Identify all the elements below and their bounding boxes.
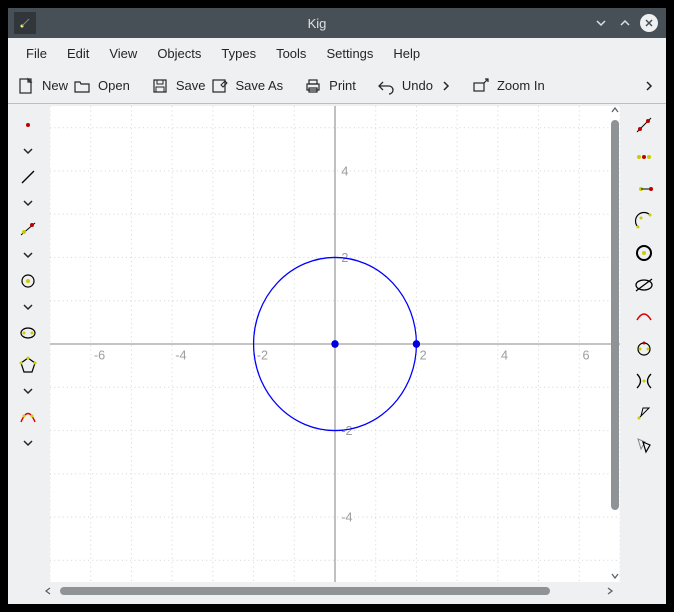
canvas-area: -6-4-2246-4-224 <box>48 104 622 604</box>
scroll-up-icon[interactable] <box>609 104 621 116</box>
new-button[interactable]: New <box>16 76 68 96</box>
svg-text:2: 2 <box>420 347 427 362</box>
tool-curve-more[interactable] <box>13 434 43 452</box>
minimize-button[interactable] <box>592 14 610 32</box>
vertical-scrollbar[interactable] <box>610 106 620 580</box>
tool-perpendicular[interactable] <box>629 174 659 204</box>
tool-hyperbola[interactable] <box>629 366 659 396</box>
tool-transform[interactable] <box>629 430 659 460</box>
svg-text:-4: -4 <box>175 347 186 362</box>
svg-text:4: 4 <box>501 347 508 362</box>
app-window: Kig File Edit View Objects Types Tools S… <box>8 8 666 604</box>
svg-text:4: 4 <box>341 163 348 178</box>
right-toolbar <box>622 104 666 604</box>
open-button[interactable]: Open <box>72 76 130 96</box>
tool-ray[interactable] <box>629 110 659 140</box>
tool-circle-more[interactable] <box>13 298 43 316</box>
tool-ellipse[interactable] <box>13 318 43 348</box>
hscroll-thumb[interactable] <box>60 587 550 595</box>
body-area: -6-4-2246-4-224 <box>8 104 666 604</box>
save-button[interactable]: Save <box>150 76 206 96</box>
svg-text:-6: -6 <box>94 347 105 362</box>
menu-types[interactable]: Types <box>213 42 264 65</box>
undo-label: Undo <box>402 78 433 93</box>
zoom-in-icon <box>471 76 491 96</box>
tool-midpoint[interactable] <box>629 142 659 172</box>
zoom-in-button[interactable]: Zoom In <box>471 76 545 96</box>
svg-text:6: 6 <box>582 347 589 362</box>
scroll-right-icon[interactable] <box>604 585 616 597</box>
tool-ellipse-arc[interactable] <box>629 238 659 268</box>
undo-button[interactable]: Undo <box>376 76 433 96</box>
tool-point[interactable] <box>13 110 43 140</box>
drawing-canvas[interactable]: -6-4-2246-4-224 <box>50 106 620 582</box>
vscroll-thumb[interactable] <box>611 120 619 510</box>
window-controls <box>592 14 658 32</box>
save-as-button[interactable]: Save As <box>209 76 283 96</box>
new-file-icon <box>16 76 36 96</box>
open-label: Open <box>98 78 130 93</box>
tool-polygon-more[interactable] <box>13 382 43 400</box>
menu-file[interactable]: File <box>18 42 55 65</box>
scroll-down-icon[interactable] <box>609 570 621 582</box>
tool-segment-more[interactable] <box>13 194 43 212</box>
menu-help[interactable]: Help <box>385 42 428 65</box>
close-button[interactable] <box>640 14 658 32</box>
tool-circle-center[interactable] <box>13 266 43 296</box>
tool-tangent[interactable] <box>629 302 659 332</box>
tool-conic[interactable] <box>629 270 659 300</box>
svg-text:-4: -4 <box>341 509 352 524</box>
print-button[interactable]: Print <box>303 76 356 96</box>
new-label: New <box>42 78 68 93</box>
save-as-icon <box>209 76 229 96</box>
tool-curve[interactable] <box>13 402 43 432</box>
tool-point-more[interactable] <box>13 142 43 160</box>
menubar: File Edit View Objects Types Tools Setti… <box>8 38 666 68</box>
left-toolbar <box>8 104 48 604</box>
print-icon <box>303 76 323 96</box>
main-toolbar: New Open Save Save As Print Undo Zoom <box>8 68 666 104</box>
menu-objects[interactable]: Objects <box>149 42 209 65</box>
undo-icon <box>376 76 396 96</box>
menu-settings[interactable]: Settings <box>318 42 381 65</box>
app-icon <box>14 12 36 34</box>
print-label: Print <box>329 78 356 93</box>
menu-view[interactable]: View <box>101 42 145 65</box>
tool-line-points[interactable] <box>13 214 43 244</box>
tool-vector[interactable] <box>629 398 659 428</box>
window-title: Kig <box>42 16 592 31</box>
maximize-button[interactable] <box>616 14 634 32</box>
save-as-label: Save As <box>235 78 283 93</box>
save-icon <box>150 76 170 96</box>
horizontal-scrollbar[interactable] <box>56 586 602 598</box>
svg-text:-2: -2 <box>257 347 268 362</box>
zoom-in-label: Zoom In <box>497 78 545 93</box>
menu-edit[interactable]: Edit <box>59 42 97 65</box>
toolbar-overflow[interactable] <box>640 77 658 95</box>
menu-tools[interactable]: Tools <box>268 42 314 65</box>
tool-other-circle[interactable] <box>629 334 659 364</box>
tool-polygon[interactable] <box>13 350 43 380</box>
tool-arc[interactable] <box>629 206 659 236</box>
titlebar: Kig <box>8 8 666 38</box>
folder-open-icon <box>72 76 92 96</box>
tool-line-more[interactable] <box>13 246 43 264</box>
scroll-left-icon[interactable] <box>42 585 54 597</box>
toolbar-more-1[interactable] <box>437 77 455 95</box>
save-label: Save <box>176 78 206 93</box>
tool-segment[interactable] <box>13 162 43 192</box>
